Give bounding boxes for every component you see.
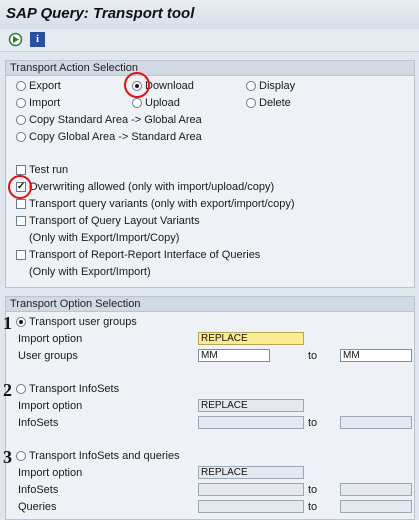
- transport-action-header: Transport Action Selection: [6, 61, 414, 76]
- user-groups-from-field[interactable]: MM: [198, 349, 270, 362]
- radio-upload-label: Upload: [145, 97, 180, 109]
- radio-display-button[interactable]: [246, 81, 256, 91]
- check-rri-label: Transport of Report-Report Interface of …: [29, 249, 261, 261]
- check-layout-variants[interactable]: Transport of Query Layout Variants: [16, 215, 200, 227]
- radio-infosets[interactable]: Transport InfoSets: [16, 383, 119, 395]
- radio-copy-std-global[interactable]: Copy Standard Area -> Global Area: [16, 114, 202, 126]
- radio-display[interactable]: Display: [246, 80, 295, 92]
- user-groups-to-label: to: [308, 350, 318, 362]
- radio-export[interactable]: Export: [16, 80, 61, 92]
- check-rri[interactable]: Transport of Report-Report Interface of …: [16, 249, 260, 261]
- radio-user-groups[interactable]: Transport user groups: [16, 316, 137, 328]
- info-icon[interactable]: i: [30, 32, 45, 47]
- radio-export-button[interactable]: [16, 81, 26, 91]
- layout-variants-note-text: (Only with Export/Import/Copy): [29, 232, 180, 244]
- check-query-variants-label: Transport query variants (only with expo…: [29, 198, 295, 210]
- check-rri-box[interactable]: [16, 250, 26, 260]
- radio-infosets-queries[interactable]: Transport InfoSets and queries: [16, 450, 180, 462]
- title-bar: SAP Query: Transport tool: [0, 0, 419, 30]
- radio-delete[interactable]: Delete: [246, 97, 291, 109]
- check-overwriting[interactable]: ✓ Overwriting allowed (only with import/…: [16, 181, 274, 193]
- infosets-queries-import-option-label: Import option: [18, 467, 83, 479]
- annotation-circle-overwriting: [8, 175, 32, 199]
- radio-copy-global-std-button[interactable]: [16, 132, 26, 142]
- radio-export-label: Export: [29, 80, 61, 92]
- radio-copy-global-std-label: Copy Global Area -> Standard Area: [29, 131, 202, 143]
- radio-copy-std-global-button[interactable]: [16, 115, 26, 125]
- annotation-circle-download: [124, 72, 150, 98]
- infosets-import-option-field[interactable]: REPLACE: [198, 399, 304, 412]
- queries-to-label: to: [308, 501, 318, 513]
- infosets-queries-import-option-field[interactable]: REPLACE: [198, 466, 304, 479]
- check-test-run-box[interactable]: [16, 165, 26, 175]
- rri-note: (Only with Export/Import): [29, 266, 151, 278]
- transport-option-header: Transport Option Selection: [6, 297, 414, 312]
- infosets-queries-infosets-to-field[interactable]: [340, 483, 412, 496]
- infosets-label: InfoSets: [18, 417, 59, 429]
- radio-display-label: Display: [259, 80, 296, 92]
- infosets-queries-infosets-label: InfoSets: [18, 484, 59, 496]
- radio-copy-std-global-label: Copy Standard Area -> Global Area: [29, 114, 202, 126]
- check-test-run-label: Test run: [29, 164, 69, 176]
- queries-from-field[interactable]: [198, 500, 304, 513]
- radio-upload[interactable]: Upload: [132, 97, 180, 109]
- queries-to-field[interactable]: [340, 500, 412, 513]
- radio-import-button[interactable]: [16, 98, 26, 108]
- radio-user-groups-label: Transport user groups: [29, 316, 137, 328]
- radio-import-label: Import: [29, 97, 61, 109]
- infosets-import-option-label: Import option: [18, 400, 83, 412]
- radio-user-groups-button[interactable]: [16, 317, 26, 327]
- radio-infosets-queries-label: Transport InfoSets and queries: [29, 450, 180, 462]
- transport-option-panel: Transport Option Selection Transport use…: [5, 296, 415, 520]
- check-query-variants[interactable]: Transport query variants (only with expo…: [16, 198, 295, 210]
- queries-label: Queries: [18, 501, 57, 513]
- radio-upload-button[interactable]: [132, 98, 142, 108]
- radio-delete-label: Delete: [259, 97, 291, 109]
- radio-copy-global-std[interactable]: Copy Global Area -> Standard Area: [16, 131, 202, 143]
- transport-action-panel: Transport Action Selection Export Downlo…: [5, 60, 415, 288]
- radio-infosets-queries-button[interactable]: [16, 451, 26, 461]
- user-groups-label: User groups: [18, 350, 78, 362]
- check-query-variants-box[interactable]: [16, 199, 26, 209]
- check-layout-variants-box[interactable]: [16, 216, 26, 226]
- check-layout-variants-label: Transport of Query Layout Variants: [29, 215, 200, 227]
- infosets-queries-infosets-to-label: to: [308, 484, 318, 496]
- radio-infosets-label: Transport InfoSets: [29, 383, 120, 395]
- radio-download-label: Download: [145, 80, 194, 92]
- infosets-queries-infosets-from-field[interactable]: [198, 483, 304, 496]
- infosets-from-field[interactable]: [198, 416, 304, 429]
- radio-import[interactable]: Import: [16, 97, 60, 109]
- execute-icon[interactable]: [8, 32, 23, 47]
- infosets-to-label: to: [308, 417, 318, 429]
- user-groups-to-field[interactable]: MM: [340, 349, 412, 362]
- layout-variants-note: (Only with Export/Import/Copy): [29, 232, 179, 244]
- user-groups-import-option-label: Import option: [18, 333, 83, 345]
- infosets-to-field[interactable]: [340, 416, 412, 429]
- rri-note-text: (Only with Export/Import): [29, 266, 151, 278]
- annotation-number-1: 1: [3, 313, 12, 333]
- radio-infosets-button[interactable]: [16, 384, 26, 394]
- check-overwriting-label: Overwriting allowed (only with import/up…: [29, 181, 275, 193]
- window-title: SAP Query: Transport tool: [6, 5, 195, 22]
- radio-delete-button[interactable]: [246, 98, 256, 108]
- toolbar: i: [0, 29, 419, 52]
- check-test-run[interactable]: Test run: [16, 164, 68, 176]
- annotation-number-2: 2: [3, 380, 12, 400]
- user-groups-import-option-field[interactable]: REPLACE: [198, 332, 304, 345]
- annotation-number-3: 3: [3, 447, 12, 467]
